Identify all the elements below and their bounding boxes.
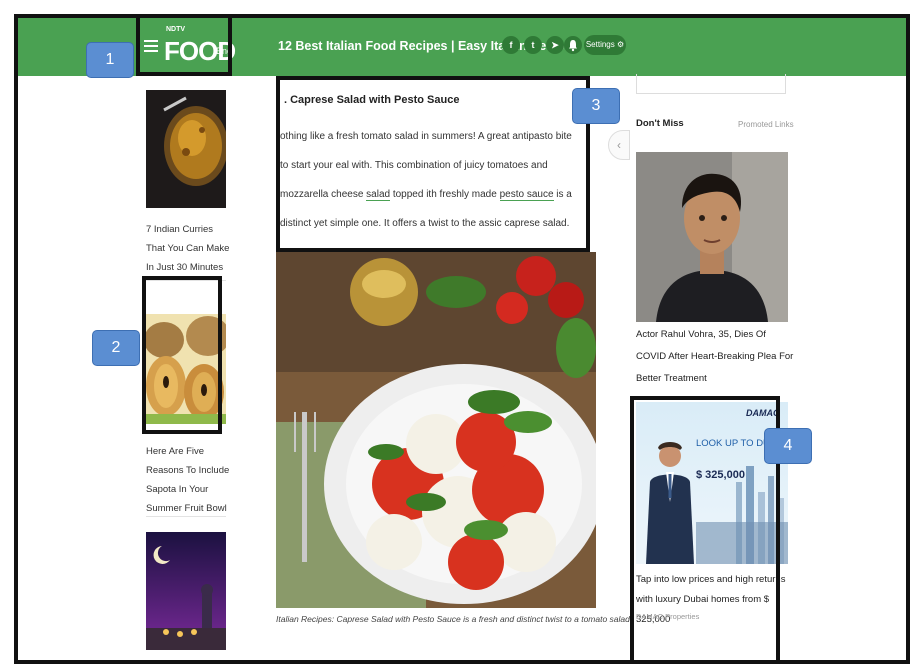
settings-button[interactable]: Settings ⚙: [584, 35, 626, 55]
sidebar-top-widget: [636, 74, 786, 94]
marker-1: 1: [86, 42, 134, 78]
story-headline-link[interactable]: Actor Rahul Vohra, 35, Dies Of COVID Aft…: [636, 324, 796, 390]
facebook-icon[interactable]: f: [502, 36, 520, 54]
caprese-salad-image: [276, 252, 604, 608]
screenshot-frame: NDTV FOOD Eng 12 Best Italian Food Recip…: [14, 14, 910, 664]
night-scene-thumbnail[interactable]: [146, 532, 226, 650]
marker-4: 4: [764, 428, 812, 464]
left-item-caption[interactable]: 7 Indian Curries That You Can Make In Ju…: [146, 220, 230, 277]
highlight-box-article: [276, 76, 590, 252]
actor-photo[interactable]: [636, 152, 788, 322]
notification-bell-icon[interactable]: [564, 36, 582, 54]
image-caption: Italian Recipes: Caprese Salad with Pest…: [276, 614, 630, 624]
dont-miss-heading: Don't Miss: [636, 118, 684, 129]
divider: [146, 516, 226, 517]
marker-2: 2: [92, 330, 140, 366]
highlight-box-logo: [136, 18, 232, 76]
highlight-box-ad: [630, 396, 780, 660]
left-item-caption[interactable]: Here Are Five Reasons To Include Sapota …: [146, 442, 230, 518]
twitter-icon[interactable]: t: [524, 36, 542, 54]
telegram-icon[interactable]: ➤: [546, 36, 564, 54]
promoted-links-label[interactable]: Promoted Links: [738, 120, 794, 129]
marker-3: 3: [572, 88, 620, 124]
settings-label: Settings: [585, 40, 615, 49]
curry-thumbnail[interactable]: [146, 90, 226, 208]
highlight-box-sapota: [142, 276, 222, 434]
carousel-prev-arrow-icon[interactable]: ‹: [608, 130, 630, 160]
